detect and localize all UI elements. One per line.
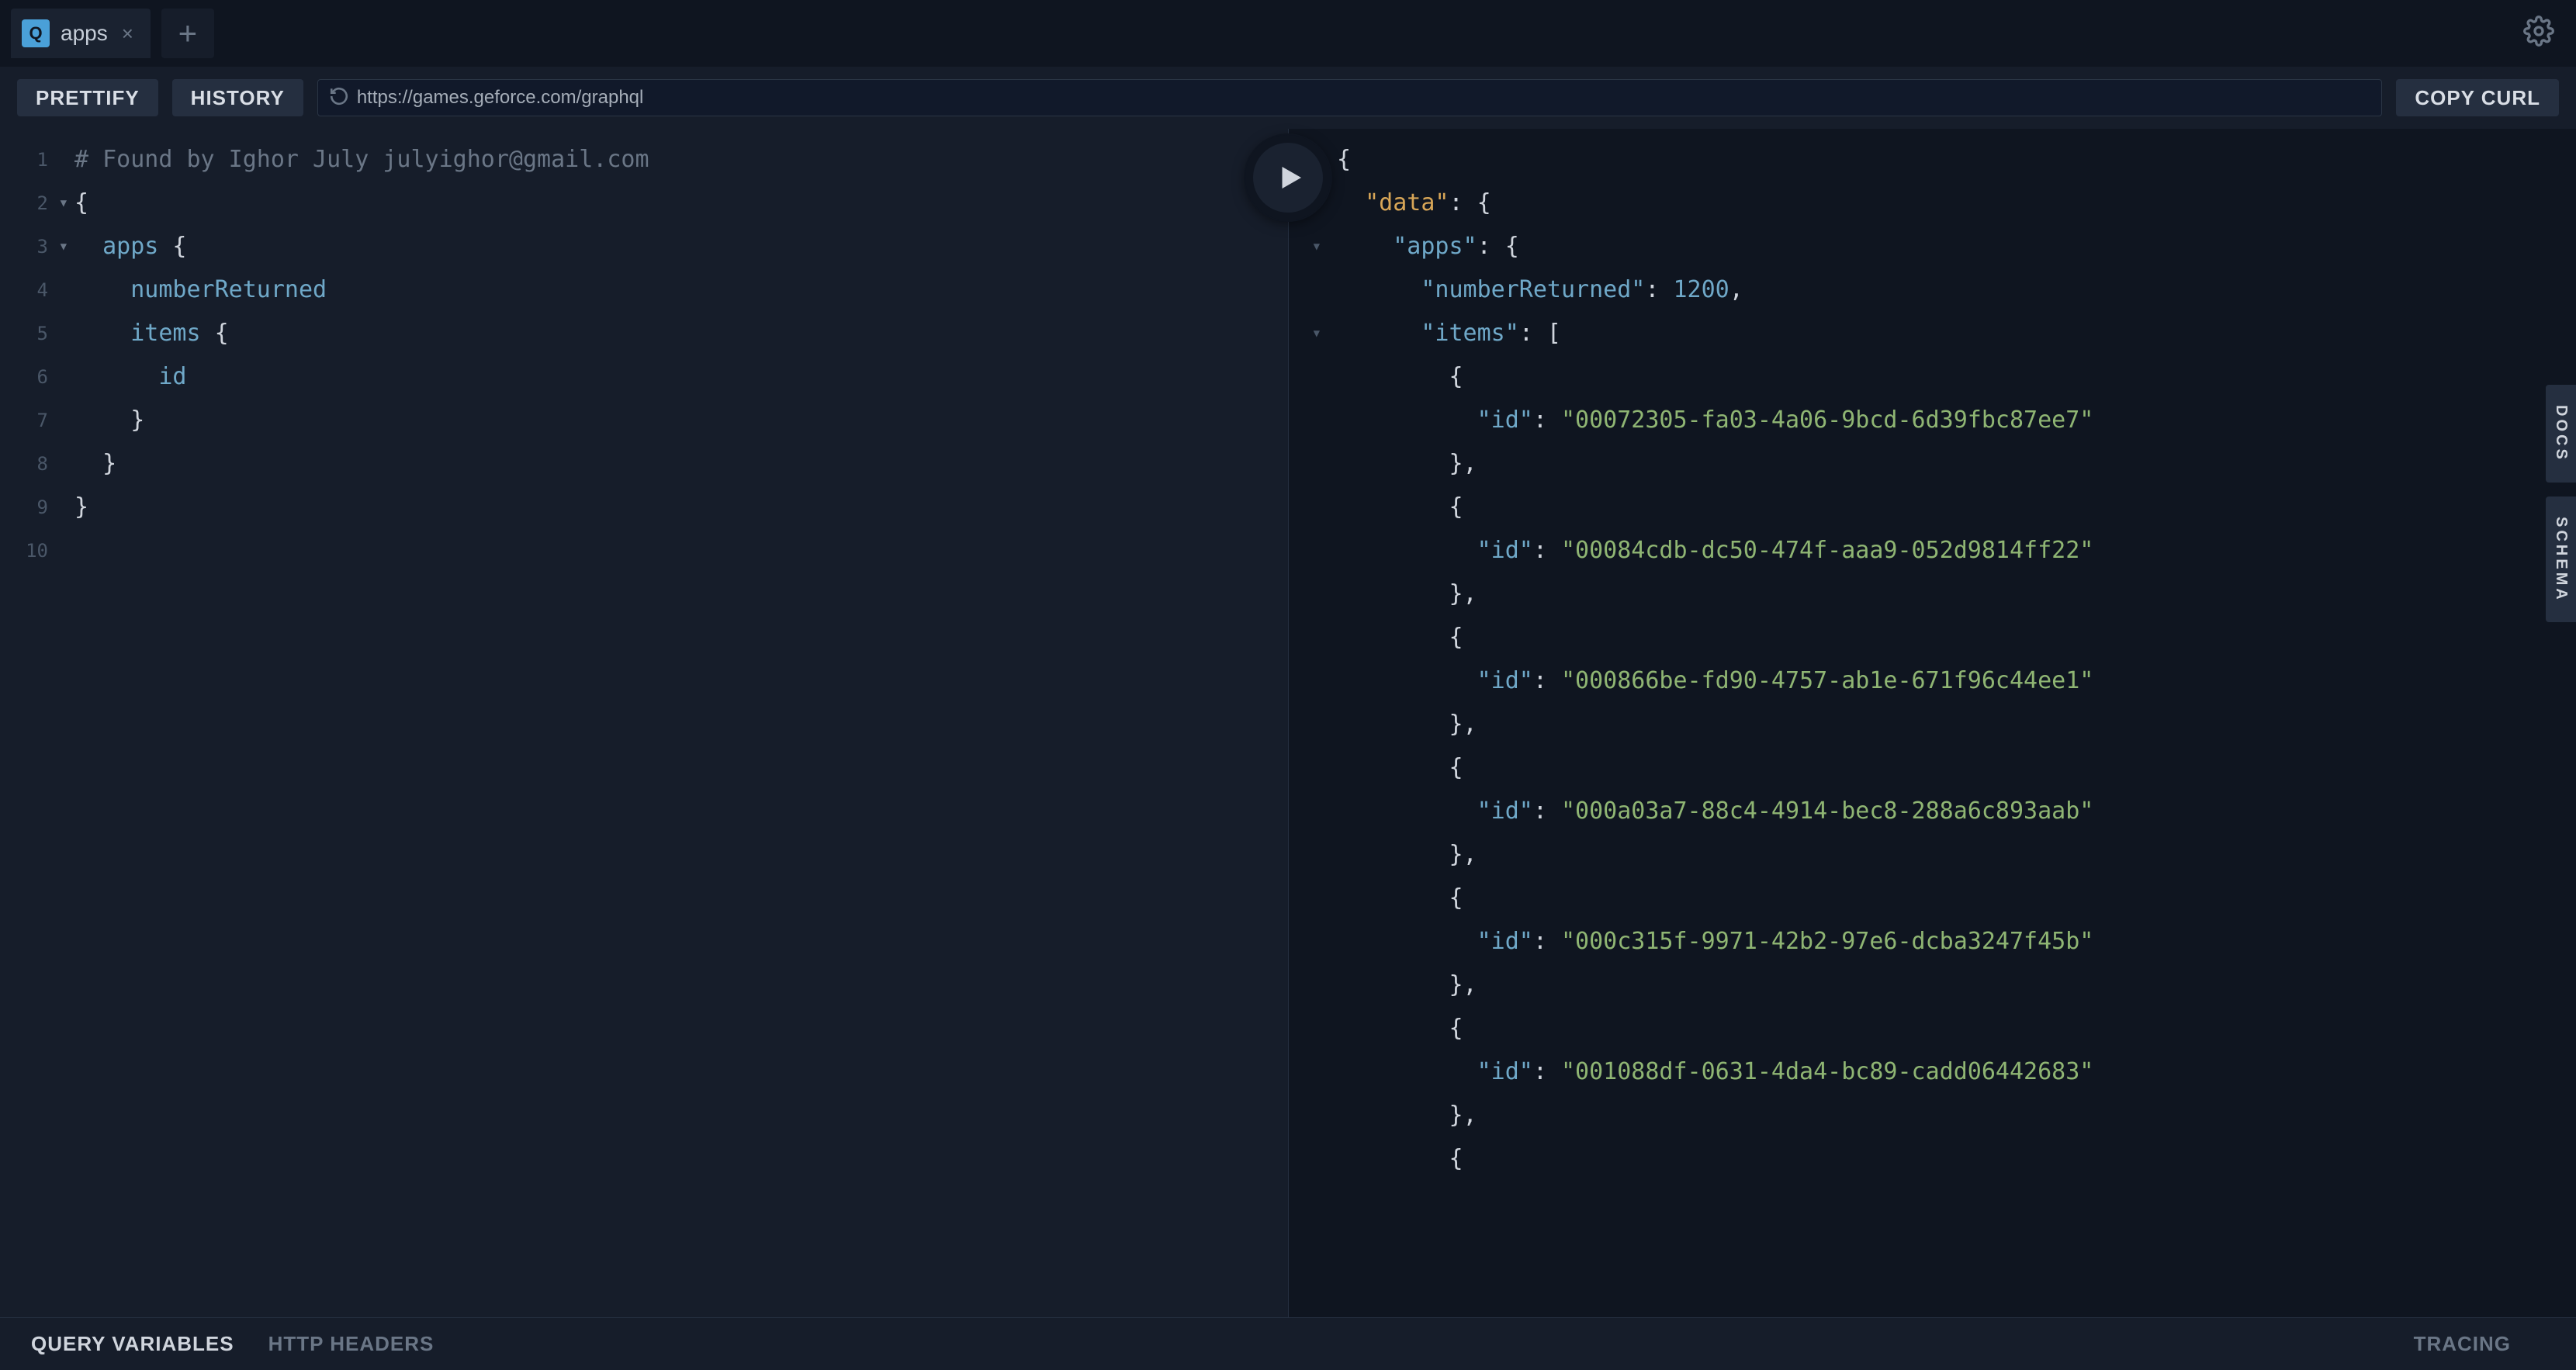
result-code: { "data": { "apps": { "numberReturned": … <box>1337 138 2093 1181</box>
tracing-tab[interactable]: TRACING <box>2414 1332 2511 1356</box>
prettify-button[interactable]: PRETTIFY <box>17 79 158 116</box>
side-dock: DOCS SCHEMA <box>2546 385 2576 622</box>
gear-icon[interactable] <box>2523 16 2554 50</box>
main-split: 12▼3▼45678910 # Found by Ighor July july… <box>0 129 2576 1317</box>
endpoint-input[interactable] <box>357 87 2371 109</box>
bottom-bar: QUERY VARIABLES HTTP HEADERS TRACING <box>0 1317 2576 1370</box>
query-variables-tab[interactable]: QUERY VARIABLES <box>31 1332 234 1356</box>
reload-icon[interactable] <box>329 86 349 110</box>
execute-button[interactable] <box>1245 135 1331 220</box>
tab-apps[interactable]: Q apps × <box>11 9 151 58</box>
url-bar <box>317 79 2383 116</box>
result-viewer[interactable]: ▼▼▼ ▼ { "data": { "apps": { "numberRetur… <box>1288 129 2576 1317</box>
history-button[interactable]: HISTORY <box>172 79 303 116</box>
close-icon[interactable]: × <box>119 22 137 46</box>
docs-button[interactable]: DOCS <box>2546 385 2576 483</box>
toolbar: PRETTIFY HISTORY COPY CURL <box>0 67 2576 129</box>
tab-bar: Q apps × + <box>0 0 2576 67</box>
line-gutter: 12▼3▼45678910 <box>0 138 54 573</box>
add-tab-button[interactable]: + <box>161 9 214 58</box>
query-code[interactable]: # Found by Ighor July julyighor@gmail.co… <box>74 138 649 573</box>
http-headers-tab[interactable]: HTTP HEADERS <box>268 1332 435 1356</box>
schema-button[interactable]: SCHEMA <box>2546 496 2576 623</box>
query-editor[interactable]: 12▼3▼45678910 # Found by Ighor July july… <box>0 129 1288 1317</box>
graphql-icon: Q <box>22 19 50 47</box>
copy-curl-button[interactable]: COPY CURL <box>2396 79 2559 116</box>
tab-label: apps <box>61 21 108 46</box>
result-gutter: ▼▼▼ ▼ <box>1289 138 1328 1181</box>
